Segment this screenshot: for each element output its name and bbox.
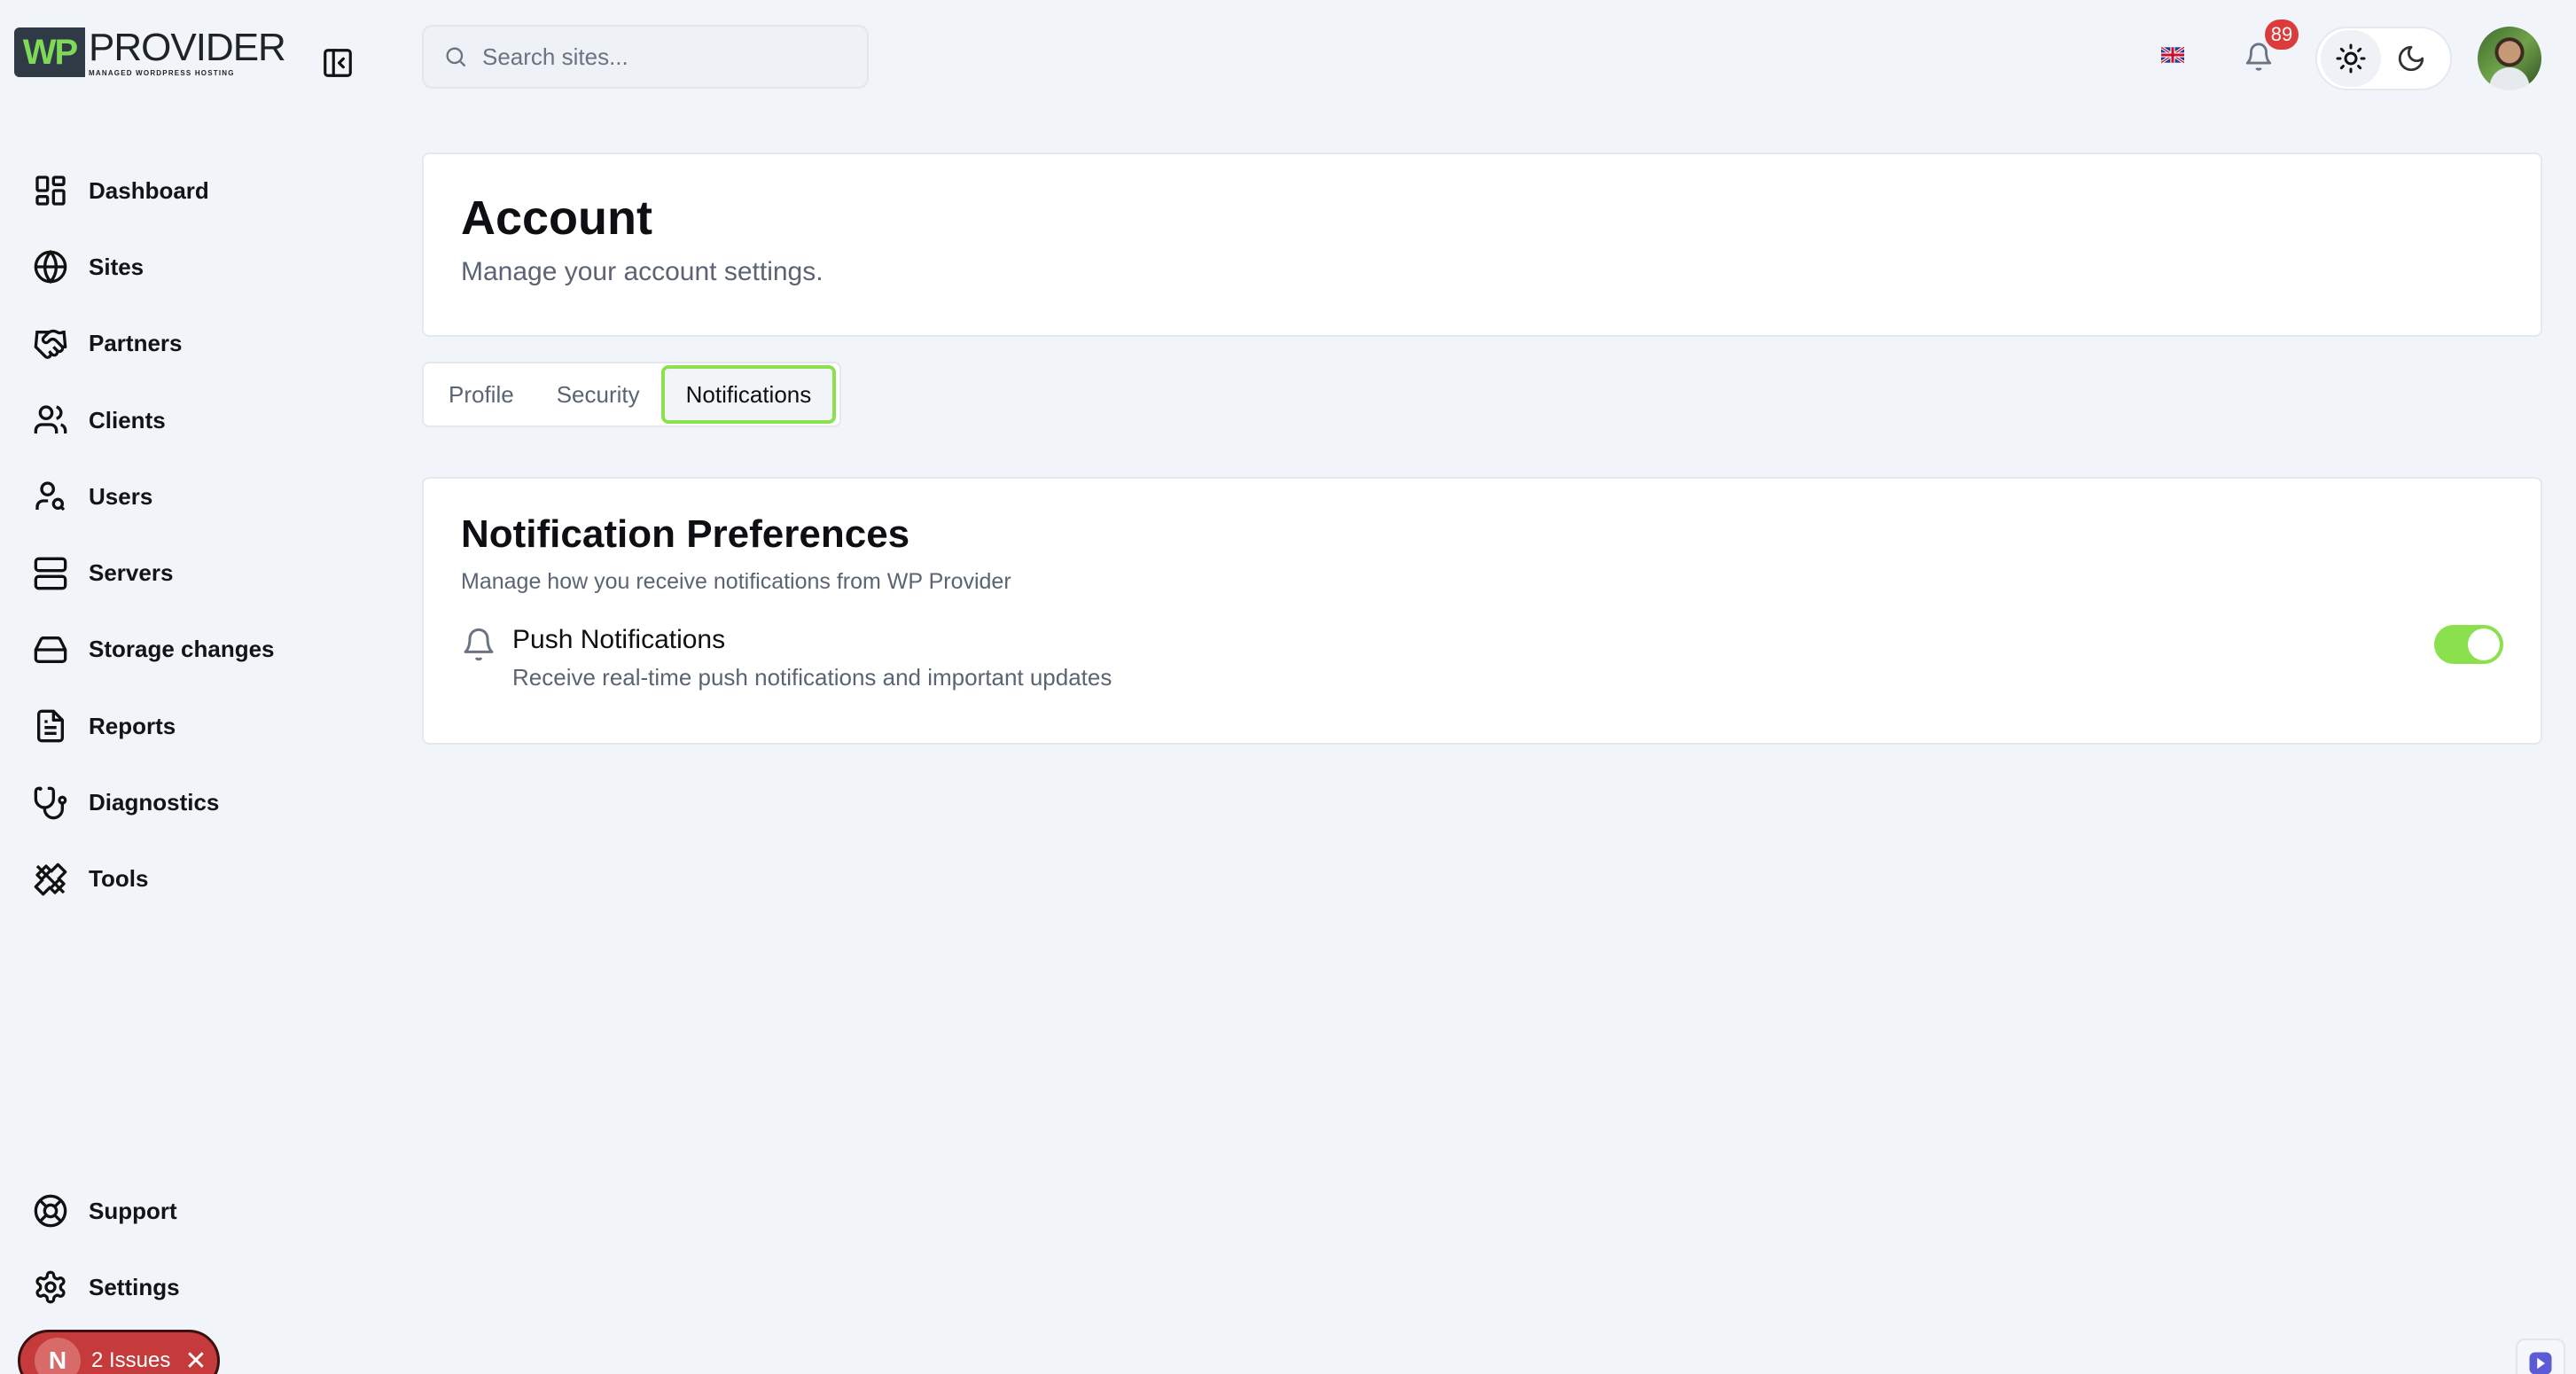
assistant-widget-button[interactable]	[2516, 1339, 2565, 1374]
sidebar-bottom-nav: Support Settings	[32, 1173, 404, 1326]
sidebar-item-servers[interactable]: Servers	[32, 535, 404, 611]
brand-logo[interactable]: WP PROVIDER MANAGED WORDPRESS HOSTING	[14, 25, 286, 78]
sidebar-item-settings[interactable]: Settings	[32, 1249, 404, 1325]
account-header-card: Account Manage your account settings.	[422, 152, 2542, 337]
dark-mode-button[interactable]	[2381, 30, 2441, 87]
sidebar-item-sites[interactable]: Sites	[32, 229, 404, 305]
user-avatar[interactable]	[2478, 27, 2541, 90]
push-notifications-row: Push Notifications Receive real-time pus…	[461, 625, 2503, 691]
sidebar-item-tools[interactable]: Tools	[32, 841, 404, 917]
logo-mark: WP	[14, 27, 85, 77]
sidebar-item-users[interactable]: Users	[32, 458, 404, 535]
sidebar-item-partners[interactable]: Partners	[32, 306, 404, 382]
server-icon	[32, 555, 69, 592]
push-notifications-label: Push Notifications	[512, 625, 726, 654]
sidebar-item-label: Reports	[89, 712, 176, 739]
sidebar-item-storage-changes[interactable]: Storage changes	[32, 612, 404, 688]
page-title: Account	[461, 191, 652, 245]
sidebar-item-label: Storage changes	[89, 636, 275, 663]
theme-toggle	[2315, 27, 2452, 90]
bell-icon	[464, 628, 494, 661]
sidebar-item-label: Settings	[89, 1273, 180, 1300]
sidebar-item-label: Partners	[89, 330, 183, 357]
stethoscope-icon	[32, 785, 69, 822]
tab-security[interactable]: Security	[535, 365, 661, 424]
light-mode-button[interactable]	[2321, 30, 2381, 87]
toggle-knob	[2468, 628, 2500, 660]
logo-tagline: MANAGED WORDPRESS HOSTING	[89, 68, 235, 77]
gear-icon	[32, 1269, 69, 1306]
file-text-icon	[32, 707, 69, 745]
sidebar-item-label: Dashboard	[89, 176, 209, 204]
notification-count-badge: 89	[2265, 20, 2299, 50]
sidebar-item-reports[interactable]: Reports	[32, 688, 404, 764]
panel-left-close-icon	[324, 49, 352, 77]
tab-notifications[interactable]: Notifications	[660, 365, 837, 424]
sidebar-item-label: Tools	[89, 865, 149, 893]
sidebar-nav: Dashboard Sites Partners Clients Users S…	[32, 152, 404, 917]
push-notifications-description: Receive real-time push notifications and…	[512, 664, 1112, 691]
sidebar-item-diagnostics[interactable]: Diagnostics	[32, 764, 404, 840]
section-subtitle: Manage how you receive notifications fro…	[461, 569, 1011, 594]
sidebar-item-label: Servers	[89, 559, 174, 587]
section-title: Notification Preferences	[461, 512, 910, 556]
tools-icon	[32, 861, 69, 898]
users-icon	[32, 402, 69, 439]
hard-drive-icon	[32, 631, 69, 668]
issues-badge-letter: N	[35, 1338, 81, 1374]
push-notifications-toggle[interactable]	[2434, 625, 2503, 664]
handshake-icon	[32, 325, 69, 363]
sidebar-item-label: Clients	[89, 406, 166, 433]
notification-preferences-card: Notification Preferences Manage how you …	[422, 477, 2542, 745]
tab-profile[interactable]: Profile	[427, 365, 535, 424]
account-tabs: Profile Security Notifications	[422, 362, 842, 427]
sidebar-item-dashboard[interactable]: Dashboard	[32, 152, 404, 229]
language-flag-icon[interactable]	[2160, 45, 2185, 65]
issues-badge-label: 2 Issues	[91, 1348, 171, 1372]
moon-icon	[2398, 45, 2424, 72]
widget-icon	[2529, 1352, 2552, 1374]
dashboard-icon	[32, 172, 69, 209]
life-buoy-icon	[32, 1192, 69, 1230]
sidebar-item-label: Users	[89, 482, 153, 510]
page-subtitle: Manage your account settings.	[461, 257, 824, 286]
bell-icon	[2245, 43, 2272, 71]
sidebar-collapse-button[interactable]	[321, 46, 355, 80]
search-input[interactable]	[482, 43, 855, 71]
sidebar-item-clients[interactable]: Clients	[32, 382, 404, 458]
close-icon[interactable]: ✕	[184, 1346, 207, 1374]
issues-badge[interactable]: N 2 Issues ✕	[18, 1330, 220, 1374]
globe-icon	[32, 248, 69, 285]
search-icon	[446, 47, 466, 67]
sidebar-item-label: Support	[89, 1197, 177, 1224]
search-bar	[422, 25, 869, 89]
logo-name: PROVIDER	[89, 25, 286, 69]
user-search-icon	[32, 478, 69, 515]
sun-icon	[2336, 43, 2366, 74]
sidebar-item-label: Diagnostics	[89, 789, 220, 816]
sidebar-item-label: Sites	[89, 253, 144, 280]
sidebar-item-support[interactable]: Support	[32, 1173, 404, 1249]
